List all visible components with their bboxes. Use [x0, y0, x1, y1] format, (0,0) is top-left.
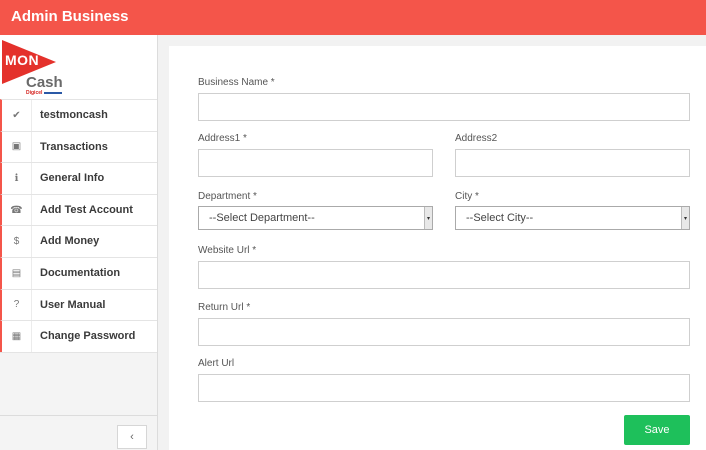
sidebar-item-testmoncash[interactable]: ✔ testmoncash — [0, 99, 157, 131]
dropdown-arrow-icon: ▾ — [424, 207, 432, 229]
check-icon: ✔ — [2, 100, 32, 131]
dropdown-arrow-icon: ▾ — [681, 207, 689, 229]
logo-cash-text: Cash — [26, 74, 63, 91]
business-name-input[interactable] — [198, 93, 690, 121]
page-title: Admin Business — [11, 8, 129, 25]
briefcase-icon: ▦ — [2, 321, 32, 352]
save-button[interactable]: Save — [624, 415, 690, 445]
city-selected-value: --Select City-- — [466, 212, 534, 224]
address2-input[interactable] — [455, 149, 690, 177]
sidebar-menu: ✔ testmoncash ▣ Transactions ℹ General I… — [0, 99, 157, 353]
chevron-left-icon: ‹ — [130, 431, 134, 443]
return-url-input[interactable] — [198, 318, 690, 346]
sidebar-item-label: testmoncash — [40, 109, 108, 121]
sidebar-item-general-info[interactable]: ℹ General Info — [0, 162, 157, 194]
department-select[interactable]: --Select Department-- ▾ — [198, 206, 433, 230]
alert-url-label: Alert Url — [198, 358, 235, 369]
business-name-label: Business Name * — [198, 77, 275, 88]
city-select[interactable]: --Select City-- ▾ — [455, 206, 690, 230]
sidebar-item-transactions[interactable]: ▣ Transactions — [0, 130, 157, 163]
sidebar-item-label: Change Password — [40, 330, 136, 343]
department-selected-value: --Select Department-- — [209, 212, 315, 224]
address2-label: Address2 — [455, 133, 498, 144]
alert-url-input[interactable] — [198, 374, 690, 402]
city-label: City * — [455, 191, 479, 202]
address1-input[interactable] — [198, 149, 433, 177]
sidebar-item-documentation[interactable]: ▤ Documentation — [0, 256, 157, 289]
sidebar-item-label: Add Test Account — [40, 203, 133, 216]
sidebar-footer: ‹ — [0, 415, 157, 450]
sidebar: MON Cash Digicel ✔ testmoncash ▣ Transac… — [0, 35, 158, 450]
moncash-logo[interactable]: MON Cash Digicel — [0, 35, 157, 99]
sidebar-item-label: Documentation — [40, 266, 121, 279]
website-url-input[interactable] — [198, 261, 690, 289]
logo-bar — [44, 92, 62, 94]
sidebar-item-label: Transactions — [40, 140, 108, 153]
sidebar-item-add-test-account[interactable]: ☎ Add Test Account — [0, 193, 157, 226]
return-url-label: Return Url * — [198, 302, 251, 313]
question-icon: ? — [2, 289, 32, 321]
sidebar-item-label: General Info — [40, 172, 105, 185]
logo-digicel-text: Digicel — [26, 90, 43, 96]
address1-label: Address1 * — [198, 133, 247, 144]
top-bar: Admin Business — [0, 0, 706, 35]
sidebar-item-user-manual[interactable]: ? User Manual — [0, 288, 157, 321]
money-icon: ▣ — [2, 131, 32, 163]
phone-icon: ☎ — [2, 194, 32, 226]
sidebar-item-label: Add Money — [40, 235, 100, 248]
sidebar-item-change-password[interactable]: ▦ Change Password — [0, 320, 157, 352]
book-icon: ▤ — [2, 257, 32, 289]
dollar-icon: $ — [2, 226, 32, 257]
sidebar-item-add-money[interactable]: $ Add Money — [0, 225, 157, 257]
collapse-sidebar-button[interactable]: ‹ — [117, 425, 147, 449]
menu-divider — [0, 351, 157, 353]
sidebar-item-label: User Manual — [40, 298, 106, 311]
department-label: Department * — [198, 191, 257, 202]
logo-mon-text: MON — [5, 52, 40, 68]
info-icon: ℹ — [2, 163, 32, 194]
website-url-label: Website Url * — [198, 245, 257, 256]
